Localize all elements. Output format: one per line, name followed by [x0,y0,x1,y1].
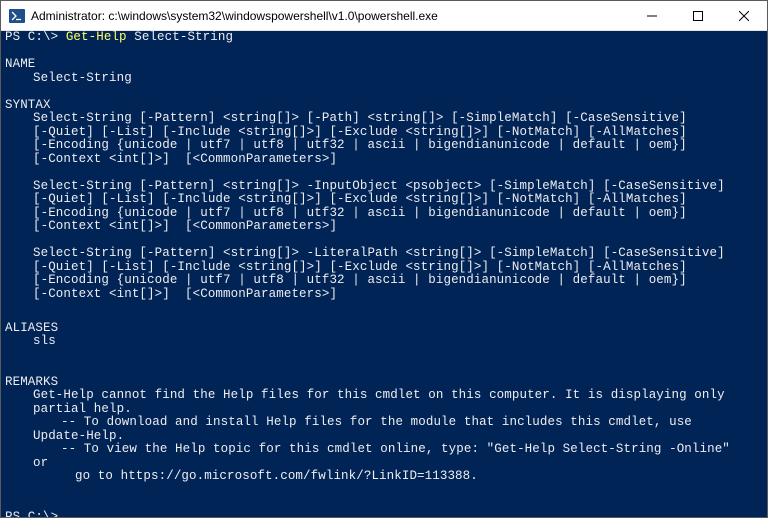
maximize-button[interactable] [675,1,721,30]
name-header: NAME [5,57,35,71]
titlebar[interactable]: Administrator: c:\windows\system32\windo… [1,1,767,31]
blank-line [5,45,763,59]
syntax-line: [-Context <int[]>] [<CommonParameters>] [5,220,763,234]
cmdlet-arg: Select-String [134,31,233,44]
syntax-line: [-Quiet] [-List] [-Include <string[]>] [… [5,126,763,140]
syntax-line: [-Context <int[]>] [<CommonParameters>] [5,153,763,167]
console-output[interactable]: PS C:\> Get-Help Select-StringNAME Selec… [1,31,767,517]
syntax-line: Select-String [-Pattern] <string[]> [-Pa… [5,112,763,126]
syntax-line: Select-String [-Pattern] <string[]> -Inp… [5,180,763,194]
close-button[interactable] [721,1,767,30]
syntax-line: [-Encoding {unicode | utf7 | utf8 | utf3… [5,139,763,153]
aliases-value: sls [5,335,763,349]
ps-prompt: PS C:\> [5,510,66,518]
syntax-line: [-Encoding {unicode | utf7 | utf8 | utf3… [5,274,763,288]
name-value: Select-String [5,72,763,86]
aliases-header: ALIASES [5,321,58,335]
remarks-line: or [5,457,763,471]
remarks-line: Get-Help cannot find the Help files for … [5,389,763,403]
remarks-line: -- To view the Help topic for this cmdle… [5,443,763,457]
syntax-line: [-Quiet] [-List] [-Include <string[]>] [… [5,193,763,207]
powershell-icon [9,8,25,24]
command-line-1: PS C:\> Get-Help Select-String [5,31,763,45]
minimize-button[interactable] [629,1,675,30]
ps-prompt: PS C:\> [5,31,66,44]
syntax-line: [-Context <int[]>] [<CommonParameters>] [5,288,763,302]
syntax-line: [-Quiet] [-List] [-Include <string[]>] [… [5,261,763,275]
command-line-2[interactable]: PS C:\> [5,511,763,518]
cmdlet-get-help: Get-Help [66,31,127,44]
remarks-line: Update-Help. [5,430,763,444]
remarks-header: REMARKS [5,375,58,389]
window-title: Administrator: c:\windows\system32\windo… [31,9,629,23]
remarks-line: partial help. [5,403,763,417]
syntax-line: [-Encoding {unicode | utf7 | utf8 | utf3… [5,207,763,221]
remarks-line: -- To download and install Help files fo… [5,416,763,430]
powershell-window: Administrator: c:\windows\system32\windo… [0,0,768,518]
syntax-header: SYNTAX [5,98,51,112]
window-controls [629,1,767,30]
syntax-line: Select-String [-Pattern] <string[]> -Lit… [5,247,763,261]
remarks-line: go to https://go.microsoft.com/fwlink/?L… [5,470,763,484]
